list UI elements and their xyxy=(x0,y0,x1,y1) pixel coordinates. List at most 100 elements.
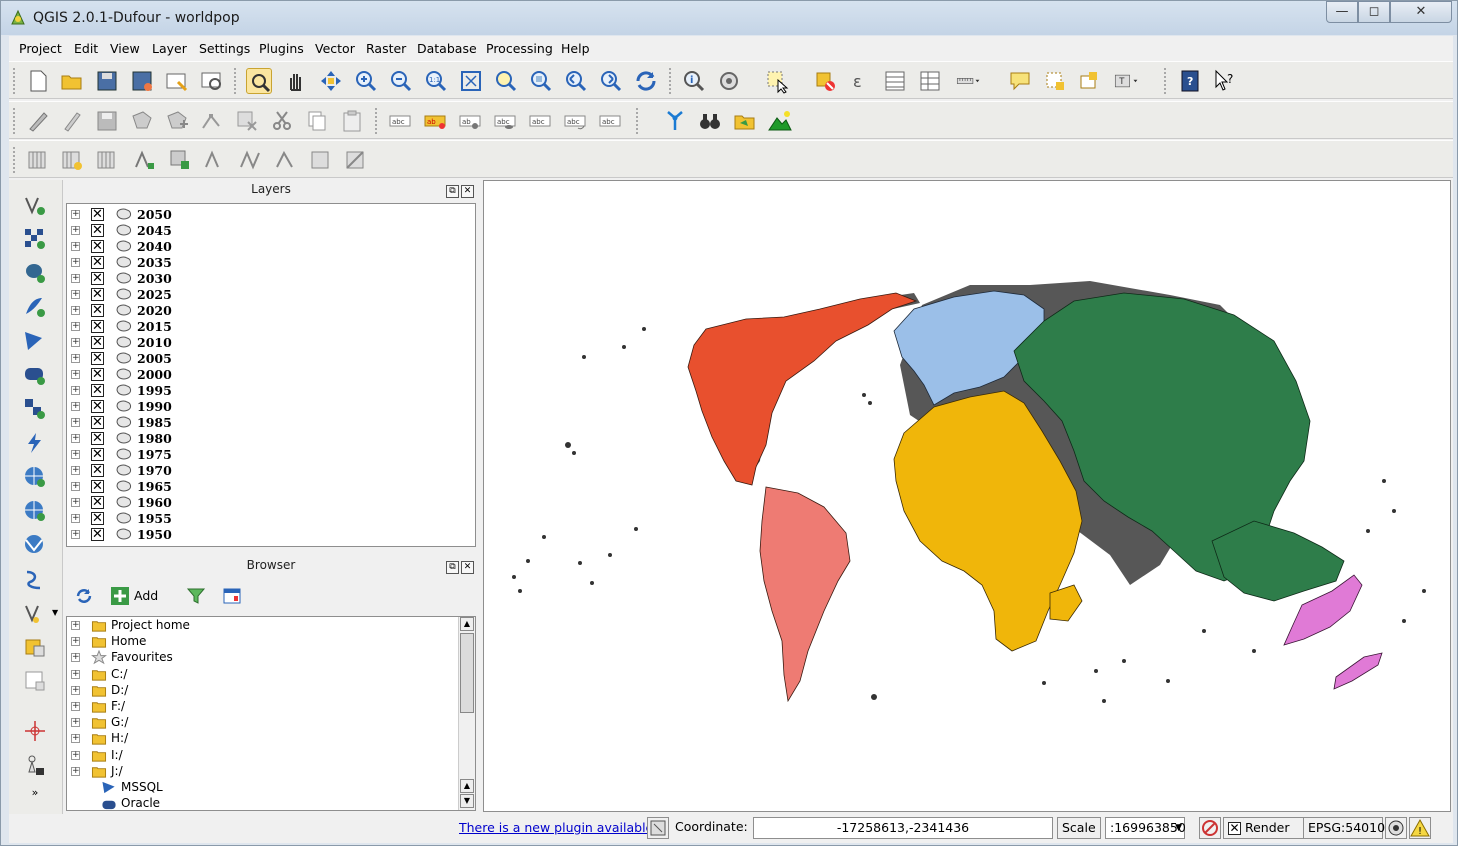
add-button-label[interactable]: Add xyxy=(134,588,158,603)
add-wms-layer-icon[interactable] xyxy=(22,396,48,422)
layer-visibility-checkbox[interactable]: ✕ xyxy=(91,288,104,301)
close-panel-icon[interactable]: ✕ xyxy=(461,185,474,198)
crs-status[interactable]: EPSG:54010 xyxy=(1303,817,1385,839)
binoculars-icon[interactable] xyxy=(697,108,723,134)
add-wfs-globe-icon[interactable] xyxy=(22,532,48,558)
toggle-editing-icon[interactable] xyxy=(59,108,85,134)
expand-icon[interactable]: + xyxy=(71,766,80,776)
toolbar-grip[interactable] xyxy=(375,108,379,134)
expand-icon[interactable]: + xyxy=(71,514,80,523)
maximize-button[interactable]: ◻ xyxy=(1358,1,1390,23)
offset-curve-icon[interactable] xyxy=(307,147,333,173)
expand-icon[interactable]: + xyxy=(71,386,80,395)
render-toggle[interactable]: ✕ Render xyxy=(1223,817,1305,839)
identify-icon[interactable]: i xyxy=(681,68,707,94)
browser-item[interactable]: + J:/ xyxy=(71,764,451,780)
crs-settings-icon[interactable] xyxy=(1385,817,1407,839)
move-label-icon[interactable]: abc xyxy=(527,108,553,134)
show-hide-labels-icon[interactable]: abc xyxy=(492,108,518,134)
text-annotation-icon[interactable]: T xyxy=(1114,68,1154,94)
add-mssql-icon[interactable] xyxy=(94,147,120,173)
browser-item[interactable]: + F:/ xyxy=(71,699,451,715)
composer-manager-icon[interactable] xyxy=(199,68,225,94)
expand-icon[interactable]: + xyxy=(71,482,80,491)
node-tool-icon[interactable] xyxy=(199,108,225,134)
layer-visibility-checkbox[interactable]: ✕ xyxy=(91,528,104,541)
browser-item[interactable]: + Project home xyxy=(71,618,451,634)
menu-project[interactable]: Project xyxy=(19,41,62,56)
toolbar-grip[interactable] xyxy=(13,147,17,173)
add-mssql-layer-icon[interactable] xyxy=(22,328,48,354)
layer-visibility-checkbox[interactable]: ✕ xyxy=(91,320,104,333)
title-bar[interactable]: QGIS 2.0.1-Dufour - worldpop — ◻ ✕ xyxy=(1,1,1457,35)
layer-row[interactable]: + ✕ 2045 xyxy=(71,223,451,239)
add-spatialite-icon[interactable] xyxy=(59,147,85,173)
layer-row[interactable]: + ✕ 2025 xyxy=(71,287,451,303)
expand-icon[interactable]: + xyxy=(71,242,80,251)
expand-icon[interactable]: + xyxy=(71,370,80,379)
save-edits-icon[interactable] xyxy=(94,108,120,134)
menu-layer[interactable]: Layer xyxy=(152,41,187,56)
rotate-label-icon[interactable]: abc xyxy=(562,108,588,134)
add-oracle-layer-icon[interactable] xyxy=(22,362,48,388)
add-part-icon[interactable] xyxy=(132,147,158,173)
expand-icon[interactable]: + xyxy=(71,466,80,475)
zoom-in-icon[interactable] xyxy=(353,68,379,94)
scroll-thumb[interactable] xyxy=(460,633,474,713)
layer-row[interactable]: + ✕ 1965 xyxy=(71,479,451,495)
highlight-pinned-labels-icon[interactable]: ab xyxy=(422,108,448,134)
new-project-icon[interactable] xyxy=(25,68,51,94)
menu-view[interactable]: View xyxy=(110,41,140,56)
expand-icon[interactable]: + xyxy=(71,669,80,679)
copy-features-icon[interactable] xyxy=(304,108,330,134)
layer-visibility-checkbox[interactable]: ✕ xyxy=(91,208,104,221)
browser-item[interactable]: + H:/ xyxy=(71,731,451,747)
scroll-up-button[interactable]: ▲ xyxy=(460,617,474,631)
layer-row[interactable]: + ✕ 2030 xyxy=(71,271,451,287)
browser-item[interactable]: + C:/ xyxy=(71,667,451,683)
expand-icon[interactable]: + xyxy=(71,274,80,283)
layer-visibility-checkbox[interactable]: ✕ xyxy=(91,512,104,525)
expand-icon[interactable]: + xyxy=(71,498,80,507)
measure-icon[interactable] xyxy=(956,68,996,94)
layer-visibility-checkbox[interactable]: ✕ xyxy=(91,496,104,509)
layer-visibility-checkbox[interactable]: ✕ xyxy=(91,368,104,381)
scroll-up-button-lower[interactable]: ▲ xyxy=(460,779,474,793)
menu-raster[interactable]: Raster xyxy=(366,41,406,56)
close-panel-icon[interactable]: ✕ xyxy=(461,561,474,574)
toolbar-grip[interactable] xyxy=(234,68,238,94)
layer-row[interactable]: + ✕ 2005 xyxy=(71,351,451,367)
menu-help[interactable]: Help xyxy=(561,41,590,56)
expand-icon[interactable]: + xyxy=(71,322,80,331)
layer-row[interactable]: + ✕ 1990 xyxy=(71,399,451,415)
layers-tree[interactable]: + ✕ 2050 + ✕ 2045 + ✕ 2040 + ✕ 2035 + ✕ 2030 + ✕ 2025 + ✕ 20… xyxy=(66,203,476,547)
select-features-icon[interactable] xyxy=(764,68,790,94)
new-shapefile-layer-icon[interactable]: ▼ xyxy=(22,600,58,626)
reshape-icon[interactable] xyxy=(272,147,298,173)
filter-icon[interactable] xyxy=(186,586,206,606)
show-bookmarks-icon[interactable] xyxy=(1077,68,1103,94)
layer-row[interactable]: + ✕ 1985 xyxy=(71,415,451,431)
deselect-icon[interactable] xyxy=(812,68,838,94)
pan-to-selection-icon[interactable] xyxy=(318,68,344,94)
new-spatialite-layer-icon[interactable] xyxy=(22,634,48,660)
save-as-icon[interactable] xyxy=(129,68,155,94)
browser-item[interactable]: + G:/ xyxy=(71,715,451,731)
delete-selected-icon[interactable] xyxy=(234,108,260,134)
split-features-icon[interactable] xyxy=(342,147,368,173)
expand-icon[interactable]: + xyxy=(71,685,80,695)
browser-item[interactable]: + Favourites xyxy=(71,650,451,666)
more-tools-icon[interactable]: » xyxy=(22,786,48,812)
layer-row[interactable]: + ✕ 1960 xyxy=(71,495,451,511)
add-postgis-layer-icon[interactable] xyxy=(22,260,48,286)
layer-row[interactable]: + ✕ 1950 xyxy=(71,527,451,543)
toolbar-grip[interactable] xyxy=(13,108,17,134)
open-project-icon[interactable] xyxy=(59,68,85,94)
expand-icon[interactable]: + xyxy=(71,306,80,315)
map-tips-icon[interactable] xyxy=(1007,68,1033,94)
layer-visibility-checkbox[interactable]: ✕ xyxy=(91,256,104,269)
add-feature-icon[interactable] xyxy=(129,108,155,134)
expand-icon[interactable]: + xyxy=(71,402,80,411)
layer-row[interactable]: + ✕ 1955 xyxy=(71,511,451,527)
zoom-layer-icon[interactable] xyxy=(528,68,554,94)
